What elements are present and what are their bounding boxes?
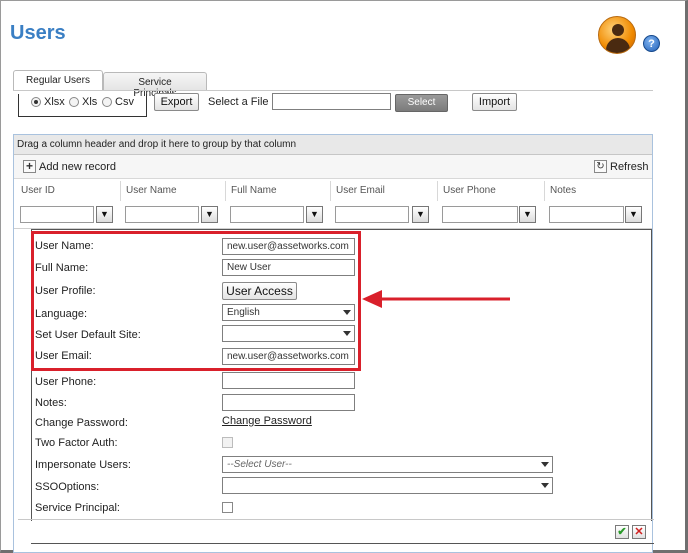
column-separator	[437, 181, 438, 201]
column-separator	[120, 181, 121, 201]
tab-service-principals[interactable]: Service Principals	[103, 72, 207, 99]
select-file-label: Select a File :	[208, 96, 275, 108]
filter-input-user-name[interactable]	[125, 206, 199, 223]
group-by-hint[interactable]: Drag a column header and drop it here to…	[14, 135, 652, 155]
radio-xls-dot[interactable]	[69, 97, 79, 107]
radio-csv-dot[interactable]	[102, 97, 112, 107]
notes-label: Notes:	[35, 397, 67, 409]
column-header-user-name[interactable]: User Name	[126, 185, 177, 196]
row-bottom-divider	[31, 543, 654, 544]
column-separator	[544, 181, 545, 201]
add-new-record-button[interactable]: Add new record	[39, 161, 116, 173]
impersonate-select[interactable]: --Select User--	[222, 456, 553, 473]
chevron-down-icon	[541, 483, 549, 488]
filter-input-user-phone[interactable]	[442, 206, 518, 223]
radio-csv[interactable]: Csv	[102, 96, 134, 108]
filter-input-user-email[interactable]	[335, 206, 409, 223]
impersonate-label: Impersonate Users:	[35, 459, 131, 471]
column-header-user-email[interactable]: User Email	[336, 185, 385, 196]
page-title: Users	[10, 22, 66, 44]
impersonate-select-value: --Select User--	[227, 459, 292, 470]
radio-csv-label: Csv	[115, 96, 134, 108]
filter-row: ▼ ▼ ▼ ▼ ▼ ▼	[14, 201, 652, 229]
column-header-notes[interactable]: Notes	[550, 185, 576, 196]
column-header-full-name[interactable]: Full Name	[231, 185, 277, 196]
change-password-link[interactable]: Change Password	[222, 415, 312, 427]
filter-icon[interactable]: ▼	[412, 206, 429, 223]
tab-divider	[13, 90, 653, 91]
filter-icon[interactable]: ▼	[306, 206, 323, 223]
notes-field[interactable]	[222, 394, 355, 411]
radio-xlsx-label: Xlsx	[44, 96, 65, 108]
service-principal-label: Service Principal:	[35, 502, 120, 514]
chevron-down-icon	[541, 462, 549, 467]
user-avatar-icon[interactable]	[598, 16, 636, 54]
change-password-label: Change Password:	[35, 417, 128, 429]
filter-input-notes[interactable]	[549, 206, 624, 223]
radio-xlsx-dot[interactable]	[31, 97, 41, 107]
grid-toolbar: + Add new record ↻ Refresh	[14, 155, 652, 179]
check-icon[interactable]: ✔	[615, 525, 629, 539]
user-phone-field[interactable]	[222, 372, 355, 389]
filter-input-user-id[interactable]	[20, 206, 94, 223]
form-bottom-divider	[18, 519, 654, 520]
sso-label: SSOOptions:	[35, 481, 100, 493]
add-icon[interactable]: +	[23, 160, 36, 173]
avatar-body	[606, 38, 630, 53]
filter-input-full-name[interactable]	[230, 206, 304, 223]
radio-xls-label: Xls	[82, 96, 98, 108]
filter-icon[interactable]: ▼	[96, 206, 113, 223]
select-file-button[interactable]: Select	[395, 94, 448, 112]
radio-xlsx[interactable]: Xlsx	[31, 96, 65, 108]
highlight-box	[31, 231, 361, 371]
tab-regular-users[interactable]: Regular Users	[13, 70, 103, 91]
file-path-input[interactable]	[272, 93, 391, 110]
filter-icon[interactable]: ▼	[201, 206, 218, 223]
cancel-x-icon[interactable]: ✕	[632, 525, 646, 539]
help-icon[interactable]: ?	[643, 35, 660, 52]
sso-select[interactable]	[222, 477, 553, 494]
user-phone-label: User Phone:	[35, 376, 97, 388]
import-button[interactable]: Import	[472, 93, 517, 111]
two-factor-label: Two Factor Auth:	[35, 437, 118, 449]
column-separator	[330, 181, 331, 201]
avatar-head	[612, 24, 624, 36]
column-header-user-id[interactable]: User ID	[21, 185, 55, 196]
refresh-button[interactable]: Refresh	[610, 161, 649, 173]
annotation-arrow	[362, 290, 510, 308]
refresh-icon[interactable]: ↻	[594, 160, 607, 173]
column-header-user-phone[interactable]: User Phone	[443, 185, 496, 196]
filter-icon[interactable]: ▼	[519, 206, 536, 223]
two-factor-checkbox[interactable]	[222, 437, 233, 448]
export-button[interactable]: Export	[154, 93, 199, 111]
column-separator	[225, 181, 226, 201]
radio-xls[interactable]: Xls	[69, 96, 97, 108]
service-principal-checkbox[interactable]	[222, 502, 233, 513]
filter-icon[interactable]: ▼	[625, 206, 642, 223]
